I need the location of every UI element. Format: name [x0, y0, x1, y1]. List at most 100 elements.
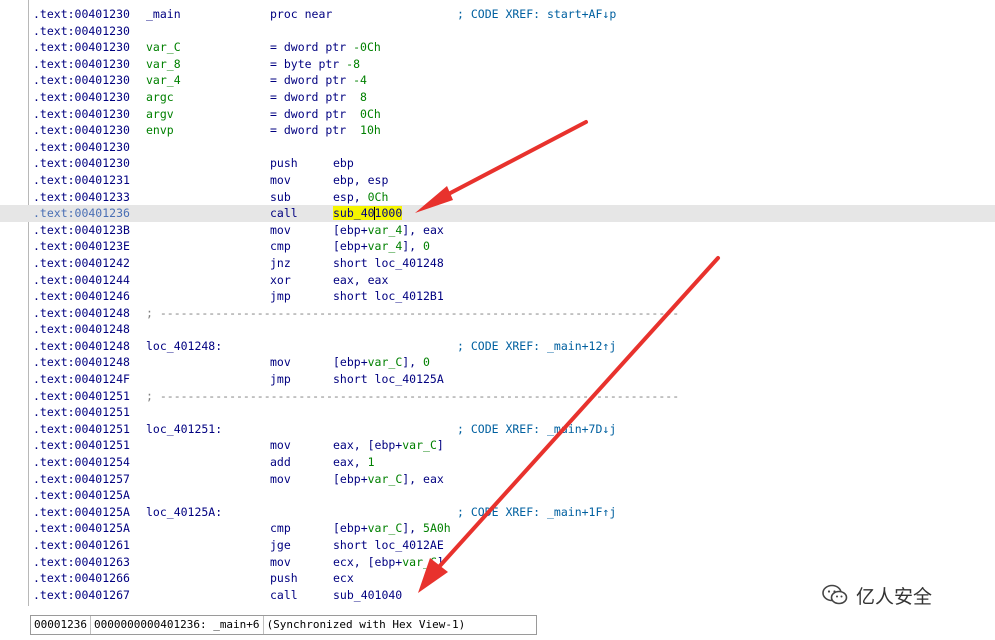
code-line[interactable]: .text:00401248 mov [ebp+var_C], 0	[0, 354, 995, 371]
mnemonic: mov	[270, 355, 291, 370]
code-line[interactable]: .text:00401230 _main proc near ; CODE XREF:…	[0, 6, 995, 23]
code-line[interactable]: .text:00401231 mov ebp, esp	[0, 172, 995, 189]
operand[interactable]: ecx, [ebp+var_C]	[333, 554, 444, 571]
wechat-icon	[822, 584, 848, 605]
operand-variable[interactable]: var_C	[368, 521, 403, 535]
code-line[interactable]: .text:00401251 ; ------------------------…	[0, 388, 995, 405]
code-line[interactable]: .text:00401261 jge short loc_4012AE	[0, 537, 995, 554]
code-line[interactable]: .text:00401230 argv = dword ptr 0Ch	[0, 106, 995, 123]
operand-variable[interactable]: var_C	[402, 438, 437, 452]
address: .text:00401257	[33, 471, 130, 486]
operand-prefix: eax,	[333, 455, 368, 470]
code-line[interactable]: .text:00401230 envp = dword ptr 10h	[0, 122, 995, 139]
code-line[interactable]: .text:00401236 call sub_401000	[0, 205, 995, 222]
code-line[interactable]: .text:00401251 mov eax, [ebp+var_C]	[0, 437, 995, 454]
operand-variable[interactable]: var_C	[402, 555, 437, 569]
address: .text:00401248	[33, 322, 130, 337]
address: .text:00401230	[33, 156, 130, 171]
label[interactable]: loc_40125A:	[146, 504, 222, 521]
operand[interactable]: short loc_4012B1	[333, 288, 444, 305]
label[interactable]: var_8	[146, 56, 181, 73]
code-line[interactable]: .text:00401257 mov [ebp+var_C], eax	[0, 471, 995, 488]
mnemonic: mov	[270, 471, 291, 486]
code-line[interactable]: .text:00401233 sub esp, 0Ch	[0, 189, 995, 206]
code-line[interactable]: .text:0040125A	[0, 487, 995, 504]
operand[interactable]: eax, eax	[333, 272, 388, 289]
code-line[interactable]: .text:0040123B mov [ebp+var_4], eax	[0, 222, 995, 239]
code-line[interactable]: .text:00401230 push ebp	[0, 155, 995, 172]
operand-variable[interactable]: var_4	[368, 223, 403, 237]
operand[interactable]: ebp	[333, 155, 354, 172]
operand[interactable]: eax, 1	[333, 454, 375, 471]
code-line[interactable]: .text:0040125A cmp [ebp+var_C], 5A0h	[0, 520, 995, 537]
watermark-text: 亿人安全	[856, 585, 933, 608]
operand[interactable]: [ebp+var_C], 0	[333, 354, 430, 371]
code-line[interactable]: .text:00401230 var_4 = dword ptr -4	[0, 72, 995, 89]
label[interactable]: loc_401251:	[146, 421, 222, 438]
stack-var-definition: = byte ptr -8	[270, 56, 360, 73]
operand[interactable]: short loc_40125A	[333, 371, 444, 388]
label[interactable]: argc	[146, 89, 174, 106]
call-target[interactable]: sub_401000	[333, 205, 403, 222]
label[interactable]: var_4	[146, 72, 181, 89]
code-line[interactable]: .text:00401242 jnz short loc_401248	[0, 255, 995, 272]
operand[interactable]: [ebp+var_C], eax	[333, 471, 444, 488]
label[interactable]: _main	[146, 6, 181, 23]
operand[interactable]: eax, [ebp+var_C]	[333, 437, 444, 454]
operand-prefix: [ebp+	[333, 471, 368, 486]
highlighted-call-name[interactable]: sub_401000	[333, 206, 403, 221]
call-name-part1: sub_40	[333, 206, 375, 221]
code-line[interactable]: .text:00401230 argc = dword ptr 8	[0, 89, 995, 106]
mnemonic: call	[270, 206, 298, 221]
label[interactable]: loc_401248:	[146, 338, 222, 355]
code-line[interactable]: .text:00401251	[0, 404, 995, 421]
operand[interactable]: [ebp+var_4], 0	[333, 238, 430, 255]
code-line[interactable]: .text:00401230	[0, 23, 995, 40]
code-line[interactable]: .text:0040124F jmp short loc_40125A	[0, 371, 995, 388]
xref-comment[interactable]: ; CODE XREF: _main+1F↑j	[457, 504, 616, 521]
label[interactable]: envp	[146, 122, 174, 139]
operand-suffix: ]	[436, 554, 444, 569]
operand-number: 0Ch	[367, 189, 389, 204]
address: .text:00401251	[33, 388, 130, 403]
address: .text:00401230	[33, 7, 130, 21]
code-line[interactable]: .text:00401230 var_C = dword ptr -0Ch	[0, 39, 995, 56]
code-line[interactable]: .text:00401254 add eax, 1	[0, 454, 995, 471]
address: .text:00401231	[33, 172, 130, 187]
code-line[interactable]: .text:00401248 loc_401248: ; CODE XREF: _m…	[0, 338, 995, 355]
code-line[interactable]: .text:0040123E cmp [ebp+var_4], 0	[0, 238, 995, 255]
code-line[interactable]: .text:00401244 xor eax, eax	[0, 272, 995, 289]
address: .text:00401261	[33, 538, 130, 552]
operand[interactable]: short loc_4012AE	[333, 537, 444, 554]
disassembly-listing[interactable]: .text:00401230 _main proc near ; CODE XREF:…	[0, 6, 995, 603]
operand-prefix: ecx, [ebp+	[333, 554, 403, 569]
code-line[interactable]: .text:00401230 var_8 = byte ptr -8	[0, 56, 995, 73]
definition-offset: 0Ch	[360, 106, 381, 121]
address: .text:00401230	[33, 139, 130, 154]
code-line[interactable]: .text:00401263 mov ecx, [ebp+var_C]	[0, 554, 995, 571]
operand[interactable]: [ebp+var_4], eax	[333, 222, 444, 239]
xref-comment[interactable]: ; CODE XREF: _main+12↑j	[457, 338, 616, 355]
ida-disassembly-view[interactable]: .text:00401230 _main proc near ; CODE XREF:…	[0, 0, 995, 640]
xref-comment[interactable]: ; CODE XREF: start+AF↓p	[457, 6, 616, 23]
label[interactable]: argv	[146, 106, 174, 123]
operand-variable[interactable]: var_4	[368, 239, 403, 253]
operand[interactable]: esp, 0Ch	[333, 189, 388, 206]
xref-comment[interactable]: ; CODE XREF: _main+7D↓j	[457, 421, 616, 438]
address: .text:00401267	[33, 587, 130, 602]
code-line[interactable]: .text:00401246 jmp short loc_4012B1	[0, 288, 995, 305]
code-line[interactable]: .text:00401248 ; ------------------------…	[0, 305, 995, 322]
operand-variable[interactable]: var_C	[368, 472, 403, 486]
code-line[interactable]: .text:00401251 loc_401251: ; CODE XREF: _m…	[0, 421, 995, 438]
operand[interactable]: short loc_401248	[333, 255, 444, 272]
code-line[interactable]: .text:00401230	[0, 139, 995, 156]
label[interactable]: var_C	[146, 39, 181, 56]
operand[interactable]: ebp, esp	[333, 172, 388, 189]
operand[interactable]: [ebp+var_C], 5A0h	[333, 520, 451, 537]
operand[interactable]: sub_401040	[333, 587, 402, 604]
code-line[interactable]: .text:0040125A loc_40125A: ; CODE XREF: _m…	[0, 504, 995, 521]
code-line[interactable]: .text:00401248	[0, 321, 995, 338]
address: .text:0040125A	[33, 488, 130, 503]
operand-variable[interactable]: var_C	[368, 355, 403, 369]
operand[interactable]: ecx	[333, 570, 354, 587]
